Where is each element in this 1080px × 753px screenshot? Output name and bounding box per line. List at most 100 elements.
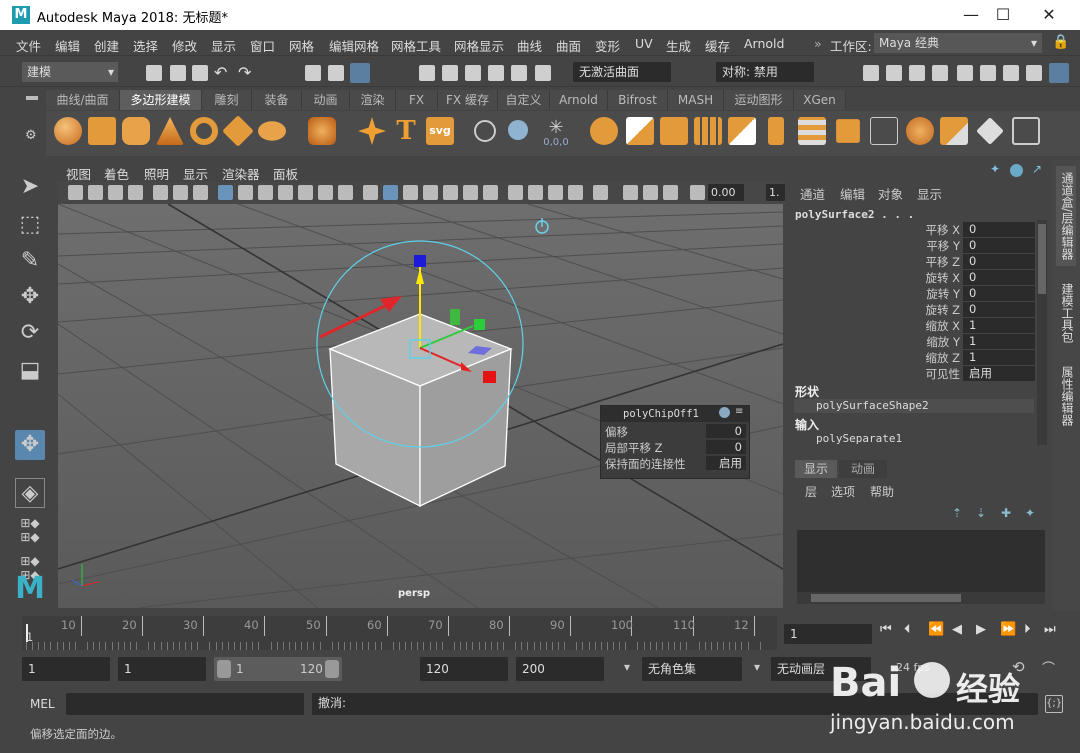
command-input[interactable] xyxy=(66,693,304,715)
range-start-handle[interactable] xyxy=(217,660,231,678)
close-button[interactable]: ✕ xyxy=(1034,4,1064,26)
cylinder-icon[interactable] xyxy=(122,117,150,145)
shadows-icon[interactable] xyxy=(463,185,478,200)
move-layer-down-icon[interactable]: ⇣ xyxy=(976,506,986,520)
lights-icon[interactable] xyxy=(443,185,458,200)
reduce-icon[interactable] xyxy=(976,117,1004,145)
attr-value[interactable]: 1 xyxy=(963,318,1035,333)
shelf-tab-mash[interactable]: MASH xyxy=(668,90,724,110)
snap-point-icon[interactable] xyxy=(465,65,481,81)
cb-attr-row[interactable]: 可见性 启用 xyxy=(790,366,1050,382)
shelf-tab-fx-caching[interactable]: FX 缓存 xyxy=(438,90,498,110)
channel-box-toggle-icon[interactable] xyxy=(1049,63,1069,83)
retopo-icon[interactable] xyxy=(1012,117,1040,145)
panel-menu-lighting[interactable]: 照明 xyxy=(144,164,169,183)
ambient-occlusion-icon[interactable] xyxy=(483,185,498,200)
yz-plane-handle[interactable] xyxy=(450,309,460,325)
menu-uv[interactable]: UV xyxy=(635,36,653,51)
menu-display[interactable]: 显示 xyxy=(211,36,236,55)
scale-tool-icon[interactable]: ⬓ xyxy=(15,356,45,386)
grid-icon[interactable] xyxy=(193,185,208,200)
step-back-key-icon[interactable]: ⏴ xyxy=(904,622,911,637)
character-set-field[interactable]: 无角色集 xyxy=(642,657,742,681)
center-pivot-icon[interactable] xyxy=(768,117,784,145)
select-tool-icon[interactable]: ➤ xyxy=(15,172,45,202)
isolate-select-icon[interactable] xyxy=(593,185,608,200)
menu-edit-mesh[interactable]: 编辑网格 xyxy=(329,36,379,55)
menu-arnold[interactable]: Arnold xyxy=(744,36,784,51)
2d-pan-zoom-icon[interactable] xyxy=(153,185,168,200)
menu-generate[interactable]: 生成 xyxy=(666,36,691,55)
modeling-toolkit-icon[interactable] xyxy=(957,65,973,81)
cone-icon[interactable] xyxy=(156,117,184,145)
side-tab-attribute-editor[interactable]: 属性编辑器 xyxy=(1056,358,1076,434)
xray-active-icon[interactable] xyxy=(643,185,658,200)
redo-icon[interactable]: ↷ xyxy=(238,65,254,81)
attr-value[interactable]: 1 xyxy=(963,334,1035,349)
cb-attr-row[interactable]: 旋转 Y0 xyxy=(790,286,1050,302)
svg-icon[interactable]: svg xyxy=(426,117,454,145)
shelf-tab-curves[interactable]: 曲线/曲面 xyxy=(46,90,120,110)
attribute-editor-icon[interactable] xyxy=(1003,65,1019,81)
exposure-icon[interactable] xyxy=(690,185,705,200)
menu-mesh-display[interactable]: 网格显示 xyxy=(454,36,504,55)
cb-attr-row[interactable]: 平移 X0 xyxy=(790,222,1050,238)
chip-off-value[interactable]: 0 xyxy=(706,424,746,438)
camera-attributes-icon[interactable] xyxy=(88,185,103,200)
sphere-icon[interactable] xyxy=(54,117,82,145)
menu-overflow-icon[interactable]: » xyxy=(814,36,822,51)
help-icon[interactable] xyxy=(1010,164,1023,177)
character-icon[interactable] xyxy=(980,65,996,81)
menu-mesh[interactable]: 网格 xyxy=(289,36,314,55)
panel-menu-view[interactable]: 视图 xyxy=(66,164,91,183)
select-object-icon[interactable] xyxy=(328,65,344,81)
cb-object-name[interactable]: polySurface2 . . . xyxy=(795,208,914,221)
go-to-start-icon[interactable]: ⏮ xyxy=(880,622,892,637)
scene-end-field[interactable]: 200 xyxy=(516,657,604,681)
platonic-icon[interactable] xyxy=(308,117,336,145)
current-frame-field[interactable]: 1 xyxy=(784,624,872,644)
shelf-tab-rendering[interactable]: 渲染 xyxy=(350,90,396,110)
resolution-gate-icon[interactable] xyxy=(258,185,273,200)
poly-chip-off-window[interactable]: polyChipOff1 ≡ 偏移 0 局部平移 Z 0 保持面的连接性 启用 xyxy=(600,405,750,479)
bridge-icon[interactable] xyxy=(660,117,688,145)
cb-menu-edit[interactable]: 编辑 xyxy=(840,184,865,203)
camera-select-icon[interactable] xyxy=(68,185,83,200)
open-scene-icon[interactable] xyxy=(170,65,186,81)
shelf-tab-animation[interactable]: 动画 xyxy=(302,90,350,110)
menu-create[interactable]: 创建 xyxy=(94,36,119,55)
combine-icon[interactable] xyxy=(508,120,528,140)
shelf-tab-rigging[interactable]: 装备 xyxy=(252,90,302,110)
shelf-tab-custom[interactable]: 自定义 xyxy=(498,90,550,110)
shelf-tab-arnold[interactable]: Arnold xyxy=(550,90,608,110)
shelf-tab-sculpting[interactable]: 雕刻 xyxy=(202,90,252,110)
side-tab-modeling-toolkit[interactable]: 建模工具包 xyxy=(1056,276,1076,350)
panel-menu-shading[interactable]: 着色 xyxy=(104,164,129,183)
plane-icon[interactable] xyxy=(222,115,254,147)
menu-window[interactable]: 窗口 xyxy=(250,36,275,55)
attr-value[interactable]: 0 xyxy=(963,254,1035,269)
anti-alias-icon[interactable] xyxy=(528,185,543,200)
snap-curve-icon[interactable] xyxy=(442,65,458,81)
save-scene-icon[interactable] xyxy=(192,65,208,81)
boolean-icon[interactable] xyxy=(940,117,968,145)
play-backwards-icon[interactable]: ◀ xyxy=(952,622,962,637)
shelf-tab-xgen[interactable]: XGen xyxy=(794,90,846,110)
layer-menu-help[interactable]: 帮助 xyxy=(870,483,894,500)
layer-hscrollbar[interactable] xyxy=(797,592,1045,604)
cb-attr-row[interactable]: 缩放 X1 xyxy=(790,318,1050,334)
bookmarks-icon[interactable] xyxy=(108,185,123,200)
cb-menu-object[interactable]: 对象 xyxy=(878,184,903,203)
safe-title-icon[interactable] xyxy=(338,185,353,200)
triangulate-icon[interactable] xyxy=(836,119,860,143)
shelf-tab-poly-modeling[interactable]: 多边形建模 xyxy=(120,90,202,110)
panel-menu-panels[interactable]: 面板 xyxy=(273,164,298,183)
film-gate-icon[interactable] xyxy=(238,185,253,200)
grid-toggle-icon[interactable] xyxy=(218,185,233,200)
next-key-icon[interactable]: ⏩ xyxy=(1000,622,1016,637)
xray-icon[interactable] xyxy=(568,185,583,200)
menu-set-dropdown[interactable]: 建模 ▾ xyxy=(22,62,118,82)
cb-scrollbar[interactable] xyxy=(1037,220,1047,445)
render-view-icon[interactable] xyxy=(863,65,879,81)
range-end-handle[interactable] xyxy=(325,660,339,678)
